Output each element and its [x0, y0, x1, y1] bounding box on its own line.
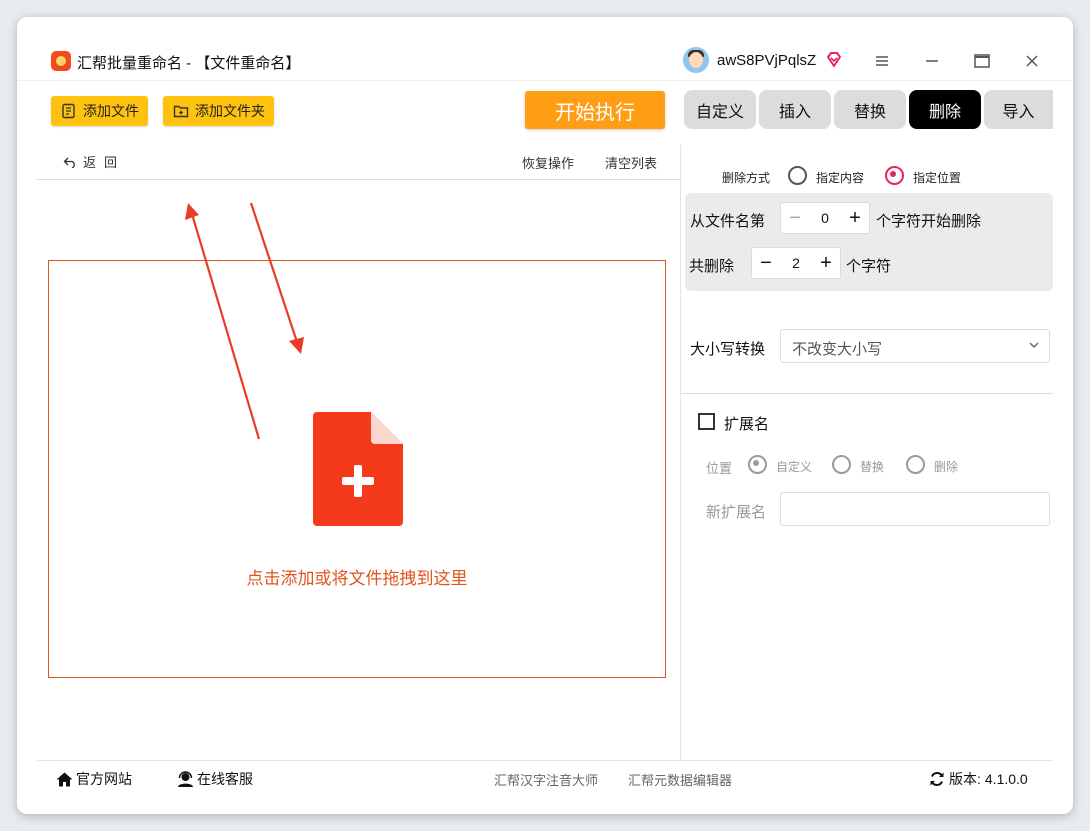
- delete-mode-label: 删除方式: [722, 171, 771, 185]
- official-website-label: 官方网站: [76, 771, 132, 787]
- menu-icon[interactable]: [870, 50, 894, 72]
- add-folder-button[interactable]: 添加文件夹: [163, 96, 274, 126]
- ext-radio-replace-label[interactable]: 替换: [860, 458, 884, 475]
- position-settings-box: 从文件名第 − 0 + 个字符开始删除 共删除 − 2 + 个字符: [685, 193, 1053, 291]
- delete-count-suffix: 个字符: [846, 258, 892, 275]
- tab-insert[interactable]: 插入: [759, 90, 831, 129]
- avatar[interactable]: [683, 47, 709, 73]
- app-logo-icon: [51, 51, 71, 71]
- official-website-link[interactable]: 官方网站: [56, 769, 132, 789]
- support-agent-icon: [178, 771, 193, 787]
- ext-radio-custom-label[interactable]: 自定义: [776, 458, 812, 475]
- undo-button[interactable]: 返回: [63, 152, 125, 171]
- home-icon: [56, 772, 73, 786]
- decrement-icon[interactable]: −: [781, 208, 809, 228]
- add-folder-icon: [173, 105, 189, 118]
- metadata-editor-link[interactable]: 汇帮元数据编辑器: [628, 770, 732, 789]
- tab-replace[interactable]: 替换: [834, 90, 906, 129]
- file-drop-zone[interactable]: 点击添加或将文件拖拽到这里: [48, 260, 666, 678]
- drop-hint: 点击添加或将文件拖拽到这里: [246, 569, 468, 588]
- start-button[interactable]: 开始执行: [525, 91, 665, 129]
- delete-count-label: 共删除: [689, 258, 735, 275]
- tab-custom[interactable]: 自定义: [684, 90, 756, 129]
- version-info[interactable]: 版本: 4.1.0.0: [929, 769, 1028, 789]
- case-convert-value: 不改变大小写: [792, 341, 883, 358]
- version-value: 4.1.0.0: [984, 771, 1028, 787]
- app-window: 汇帮批量重命名 - 【文件重命名】 awS8PVjPqlsZ 添加文件 添加文件…: [17, 17, 1073, 814]
- add-file-icon: [62, 103, 75, 119]
- add-file-label: 添加文件: [83, 103, 139, 119]
- case-convert-select[interactable]: 不改变大小写: [780, 329, 1050, 363]
- ext-radio-delete-label[interactable]: 删除: [934, 458, 958, 475]
- refresh-icon: [930, 772, 944, 786]
- delete-settings-panel: 删除方式 指定内容 指定位置 从文件名第 − 0 + 个字符开始删除 共删除 −…: [681, 145, 1053, 761]
- new-extension-label: 新扩展名: [706, 504, 767, 521]
- extension-checkbox[interactable]: [698, 413, 715, 430]
- vip-diamond-icon[interactable]: [825, 51, 843, 69]
- radio-by-position-label[interactable]: 指定位置: [913, 169, 961, 186]
- footer-divider: [37, 760, 1053, 761]
- online-support-link[interactable]: 在线客服: [177, 769, 253, 789]
- ext-position-label: 位置: [706, 461, 733, 476]
- version-label: 版本:: [949, 771, 981, 787]
- username[interactable]: awS8PVjPqlsZ: [717, 52, 816, 69]
- clear-list-button[interactable]: 清空列表: [605, 153, 657, 172]
- ext-radio-delete[interactable]: [906, 455, 925, 474]
- from-position-label: 从文件名第: [690, 213, 766, 230]
- tab-delete[interactable]: 删除: [909, 90, 981, 129]
- maximize-icon[interactable]: [970, 50, 994, 72]
- undo-icon: [63, 157, 75, 168]
- chevron-down-icon: [1029, 342, 1039, 348]
- delete-count-value[interactable]: 2: [792, 255, 800, 271]
- ext-radio-replace[interactable]: [832, 455, 851, 474]
- pinyin-master-link[interactable]: 汇帮汉字注音大师: [494, 770, 598, 789]
- case-convert-label: 大小写转换: [690, 341, 766, 358]
- undo-label: 返回: [83, 155, 126, 170]
- radio-by-position[interactable]: [885, 166, 904, 185]
- section-divider: [681, 393, 1053, 394]
- new-extension-input[interactable]: [780, 492, 1050, 526]
- radio-by-content[interactable]: [788, 166, 807, 185]
- decrement-icon[interactable]: −: [752, 253, 780, 273]
- restore-button[interactable]: 恢复操作: [522, 153, 574, 172]
- close-icon[interactable]: [1020, 50, 1044, 72]
- increment-icon[interactable]: +: [841, 208, 869, 228]
- add-file-large-icon: [313, 412, 403, 526]
- increment-icon[interactable]: +: [812, 253, 840, 273]
- minimize-icon[interactable]: [920, 50, 944, 72]
- from-position-suffix: 个字符开始删除: [876, 213, 982, 230]
- tab-import[interactable]: 导入: [984, 90, 1053, 129]
- radio-by-content-label[interactable]: 指定内容: [816, 169, 864, 186]
- from-position-value[interactable]: 0: [821, 210, 829, 226]
- ext-radio-custom[interactable]: [748, 455, 767, 474]
- add-file-button[interactable]: 添加文件: [51, 96, 148, 126]
- extension-label[interactable]: 扩展名: [724, 413, 769, 434]
- add-folder-label: 添加文件夹: [195, 103, 265, 119]
- online-support-label: 在线客服: [197, 771, 253, 787]
- file-list-toolbar: 返回 恢复操作 清空列表: [37, 145, 680, 180]
- delete-count-stepper[interactable]: − 2 +: [751, 247, 841, 279]
- title-bar: 汇帮批量重命名 - 【文件重命名】 awS8PVjPqlsZ: [17, 42, 1073, 81]
- window-title: 汇帮批量重命名 - 【文件重命名】: [77, 55, 301, 72]
- from-position-stepper[interactable]: − 0 +: [780, 202, 870, 234]
